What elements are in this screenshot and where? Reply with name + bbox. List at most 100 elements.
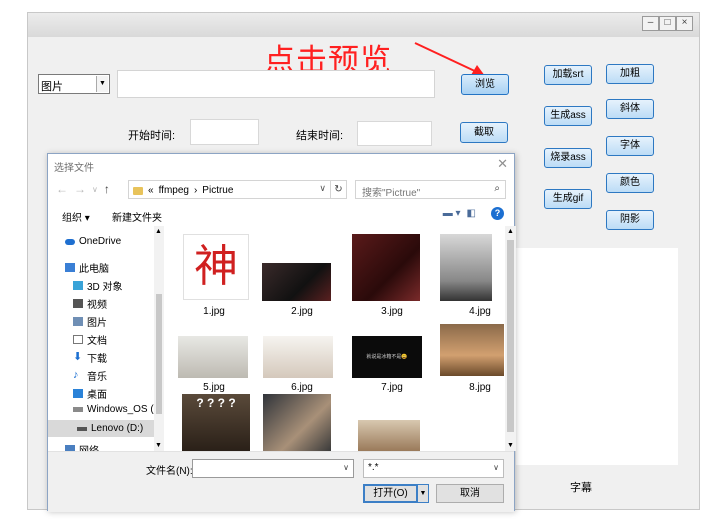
file-item[interactable]: 4.jpg	[440, 234, 504, 317]
drive-icon	[73, 407, 83, 412]
pictures-icon	[73, 317, 83, 326]
chevron-down-icon[interactable]: ∨	[319, 183, 326, 194]
start-time-input[interactable]	[190, 119, 259, 145]
file-item[interactable]: 神 1.jpg	[176, 234, 252, 317]
filetype-select[interactable]: *.* ∨	[363, 459, 504, 478]
help-icon[interactable]: ?	[491, 207, 504, 220]
back-arrow-icon[interactable]: ←	[56, 182, 68, 196]
cloud-icon	[65, 238, 75, 245]
media-type-select[interactable]: 图片 ▼	[38, 74, 110, 94]
breadcrumb[interactable]: « ffmpeg › Pictrue ∨	[128, 180, 331, 199]
bold-button[interactable]: 加粗	[606, 64, 654, 84]
file-item[interactable]: 8.jpg	[440, 318, 504, 393]
chevron-down-icon[interactable]: ▼	[96, 76, 108, 92]
history-chevron-icon[interactable]: ∨	[92, 182, 98, 196]
cancel-button[interactable]: 取消	[436, 484, 504, 503]
computer-icon	[65, 263, 75, 272]
open-button[interactable]: 打开(O)	[363, 484, 418, 503]
sidebar-item-3d-objects[interactable]: 3D 对象	[73, 278, 123, 293]
minimize-button[interactable]: –	[642, 16, 659, 31]
file-item[interactable]: 2.jpg	[262, 234, 340, 317]
sidebar-item-music[interactable]: ♪ 音乐	[73, 368, 107, 384]
file-thumbnail	[262, 263, 331, 301]
file-path-input[interactable]	[117, 70, 435, 98]
chevron-down-icon[interactable]: ∨	[493, 463, 499, 472]
subtitle-label: 字幕	[570, 482, 592, 494]
file-thumbnail	[440, 324, 504, 376]
dialog-toolbar: 组织 ▾ 新建文件夹 ▬ ▾ ◧ ?	[48, 204, 514, 226]
file-open-dialog: 选择文件 ✕ ← → ∨ ↑ « ffmpeg › Pictrue ∨ ↻ 搜索…	[47, 153, 516, 512]
load-srt-button[interactable]: 加载srt	[544, 65, 592, 85]
generate-ass-button[interactable]: 生成ass	[544, 106, 592, 126]
file-item[interactable]: ? ? ? ?	[176, 394, 252, 451]
scrollbar-thumb[interactable]	[156, 294, 162, 414]
file-item[interactable]: 就说是冰箱不是😀 7.jpg	[352, 318, 430, 393]
breadcrumb-item[interactable]: Pictrue	[202, 185, 233, 196]
close-button[interactable]: ×	[676, 16, 693, 31]
file-thumbnail: ? ? ? ?	[182, 394, 250, 451]
new-folder-button[interactable]: 新建文件夹	[112, 209, 162, 224]
sidebar-item-drive-c[interactable]: Windows_OS (C	[73, 404, 161, 415]
navigation-pane: OneDrive 此电脑 3D 对象 视频 图片 文档 ⬇ 下载 ♪ 音乐 桌面 W…	[48, 226, 164, 451]
breadcrumb-item[interactable]: ffmpeg	[159, 185, 189, 196]
file-thumbnail: 神	[183, 234, 249, 300]
sidebar-item-onedrive[interactable]: OneDrive	[65, 236, 121, 247]
organize-button[interactable]: 组织 ▾	[62, 209, 90, 224]
file-name: 2.jpg	[291, 306, 313, 317]
file-thumbnail	[178, 336, 248, 378]
scroll-up-icon[interactable]: ▲	[155, 228, 162, 235]
sidebar-item-videos[interactable]: 视频	[73, 296, 107, 311]
file-list: 神 1.jpg 2.jpg 3.jpg 4.jpg 5.jpg 6.jpg 就说…	[174, 226, 504, 451]
sidebar-item-desktop[interactable]: 桌面	[73, 386, 107, 401]
filename-input[interactable]: ∨	[192, 459, 354, 478]
file-item[interactable]	[354, 394, 430, 451]
italic-button[interactable]: 斜体	[606, 99, 654, 119]
open-options-icon[interactable]: ▼	[417, 484, 429, 503]
file-item[interactable]: 6.jpg	[263, 318, 340, 393]
sidebar-item-label: 下载	[87, 354, 107, 365]
file-item[interactable]: 3.jpg	[352, 234, 430, 317]
maximize-button[interactable]: □	[659, 16, 676, 31]
scroll-up-icon[interactable]: ▲	[507, 228, 514, 235]
file-item[interactable]	[263, 394, 340, 451]
browse-button[interactable]: 浏览	[461, 74, 509, 95]
sidebar-item-downloads[interactable]: ⬇ 下载	[73, 350, 107, 366]
burn-ass-button[interactable]: 烧录ass	[544, 148, 592, 168]
capture-button[interactable]: 截取	[460, 122, 508, 143]
sidebar-item-documents[interactable]: 文档	[73, 332, 107, 347]
file-item[interactable]: 5.jpg	[176, 318, 252, 393]
sidebar-item-label: 视频	[87, 300, 107, 311]
sidebar-item-this-pc[interactable]: 此电脑	[65, 260, 109, 275]
navigation-scrollbar[interactable]: ▲ ▼	[154, 226, 164, 451]
start-time-label: 开始时间:	[128, 130, 176, 142]
sidebar-item-network[interactable]: 网络	[65, 442, 99, 451]
dialog-title: 选择文件	[54, 163, 94, 174]
search-placeholder: 搜索"Pictrue"	[362, 188, 421, 199]
dialog-close-icon[interactable]: ✕	[497, 156, 508, 172]
forward-arrow-icon[interactable]: →	[74, 182, 86, 196]
breadcrumb-separator-icon: ›	[193, 185, 198, 196]
search-input[interactable]: 搜索"Pictrue" ⌕	[355, 180, 506, 199]
sidebar-item-drive-d[interactable]: Lenovo (D:)	[48, 420, 164, 437]
preview-pane-icon[interactable]: ◧	[467, 208, 476, 219]
view-mode-icon[interactable]: ▬ ▾	[443, 208, 461, 219]
preview-area	[516, 248, 678, 465]
up-arrow-icon[interactable]: ↑	[104, 182, 110, 196]
sidebar-item-label: 网络	[79, 442, 99, 451]
shadow-button[interactable]: 阴影	[606, 210, 654, 230]
generate-gif-button[interactable]: 生成gif	[544, 189, 592, 209]
scroll-down-icon[interactable]: ▼	[507, 442, 514, 449]
sidebar-item-pictures[interactable]: 图片	[73, 314, 107, 329]
filename-label: 文件名(N):	[146, 466, 193, 477]
end-time-input[interactable]	[357, 121, 432, 146]
sidebar-item-label: OneDrive	[79, 236, 122, 247]
file-thumbnail	[358, 420, 420, 451]
chevron-down-icon[interactable]: ∨	[343, 463, 349, 472]
file-name: 4.jpg	[469, 306, 491, 317]
scrollbar-thumb[interactable]	[507, 240, 514, 432]
font-button[interactable]: 字体	[606, 136, 654, 156]
color-button[interactable]: 颜色	[606, 173, 654, 193]
refresh-icon[interactable]: ↻	[331, 180, 347, 199]
scroll-down-icon[interactable]: ▼	[155, 442, 162, 449]
file-list-scrollbar[interactable]: ▲ ▼	[505, 226, 516, 451]
